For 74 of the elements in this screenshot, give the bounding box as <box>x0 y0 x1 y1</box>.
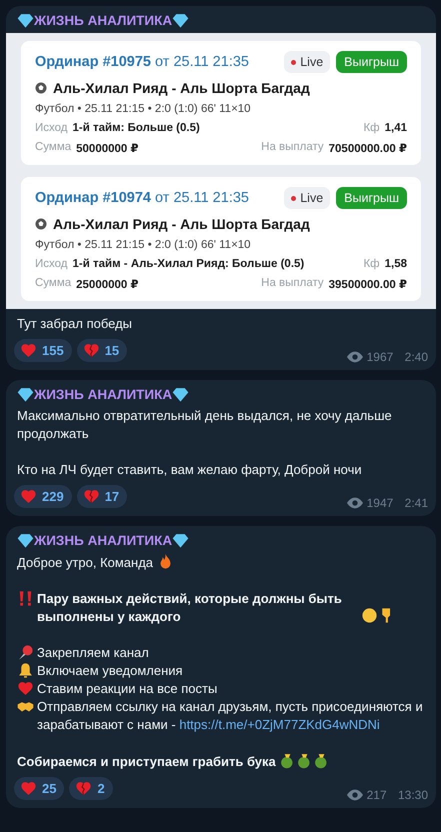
outcome-value: 1-й тайм: Больше (0.5) <box>72 122 200 134</box>
reaction-button[interactable]: 155 <box>14 339 72 362</box>
message-time: 13:30 <box>398 788 428 802</box>
broken-heart-icon <box>82 342 100 359</box>
stake-label: Сумма <box>35 141 72 155</box>
reaction-button[interactable]: 25 <box>14 777 64 800</box>
match-details: Футбол • 25.11 21:15 • 2:0 (1:0) 66' 11×10 <box>35 103 252 115</box>
channel-name: ЖИЗНЬ АНАЛИТИКА <box>34 533 172 548</box>
match-name: Аль-Хилал Рияд - Аль Шорта Багдад <box>53 216 310 232</box>
odds-label: Кф <box>363 122 380 134</box>
payout-label: На выплату <box>261 141 324 155</box>
outcome-label: Исход <box>35 122 68 134</box>
view-count: 217 <box>366 788 387 802</box>
invite-link[interactable]: https://t.me/+0ZjM77ZKdG4wNDNi <box>179 717 380 732</box>
broken-heart-icon <box>75 780 92 797</box>
pin-icon <box>17 644 34 661</box>
heart-icon <box>20 780 37 797</box>
heart-icon <box>20 488 37 505</box>
message-text: Кто на ЛЧ будет ставить, вам желаю фарту, Доброй ночи <box>17 462 362 477</box>
status-badge: Выигрыш <box>336 187 407 209</box>
payout-value: 70500000.00 ₽ <box>328 142 407 155</box>
list-item: Ставим реакции на все посты <box>37 680 218 698</box>
list-item: Отправляем ссылку на канал друзьям, пусть присоединяются и зарабатывают с нами - https://t.me/+0ZjM77ZKdG4wNDNi <box>37 698 424 734</box>
reaction-button[interactable]: 15 <box>76 339 128 362</box>
reaction-button[interactable]: 17 <box>76 485 128 508</box>
message-text: Пару важных действий, которые должны быть выполнены у каждого <box>37 590 343 626</box>
stake-label: Сумма <box>35 277 72 291</box>
channel-name: ЖИЗНЬ АНАЛИТИКА <box>34 13 172 28</box>
payout-value: 39500000.00 ₽ <box>328 278 407 291</box>
stake-value: 25000000 ₽ <box>76 278 139 291</box>
outcome-value: 1-й тайм - Аль-Хилал Рияд: Больше (0.5) <box>72 258 304 270</box>
eye-icon <box>346 351 363 363</box>
diamond-icon <box>172 12 190 29</box>
soccer-ball-icon <box>35 82 47 94</box>
view-count: 1947 <box>366 496 394 510</box>
odds-value: 1,41 <box>384 122 407 134</box>
outcome-label: Исход <box>35 258 68 270</box>
message-text: Тут забрал победы <box>17 316 132 331</box>
channel-name: ЖИЗНЬ АНАЛИТИКА <box>34 387 172 402</box>
message-time: 2:40 <box>404 350 428 364</box>
live-badge: Live <box>284 187 330 209</box>
message-text: Максимально отвратительный день выдался, не хочу дальше продолжать <box>17 408 392 441</box>
reaction-button[interactable]: 2 <box>69 777 113 800</box>
match-details: Футбол • 25.11 21:15 • 2:0 (1:0) 66' 11×10 <box>35 239 252 251</box>
live-badge: Live <box>284 51 330 73</box>
stake-value: 50000000 ₽ <box>76 142 139 155</box>
double-exclamation-icon <box>17 590 34 607</box>
match-name: Аль-Хилал Рияд - Аль Шорта Багдад <box>53 80 310 96</box>
odds-label: Кф <box>363 258 380 270</box>
list-item: Включаем уведомления <box>37 662 183 680</box>
eye-icon <box>346 789 363 801</box>
status-badge: Выигрыш <box>336 51 407 73</box>
odds-value: 1,58 <box>384 258 407 270</box>
bell-icon <box>17 662 34 679</box>
smiley-icon <box>360 607 378 624</box>
eye-icon <box>346 497 363 509</box>
heart-icon <box>17 680 34 697</box>
broken-heart-icon <box>82 488 100 505</box>
list-item: Закрепляем канал <box>37 644 149 662</box>
message-time: 2:41 <box>404 496 428 510</box>
diamond-icon <box>17 386 34 403</box>
bet-title: Ординар #10975 от 25.11 21:35 <box>35 54 250 70</box>
diamond-icon <box>172 386 190 403</box>
message-text: Доброе утро, Команда <box>17 554 154 572</box>
diamond-icon <box>172 532 190 549</box>
reaction-button[interactable]: 229 <box>14 485 72 508</box>
view-count: 1967 <box>366 350 394 364</box>
message-text: Собираемся и приступаем грабить бука <box>17 753 276 771</box>
payout-label: На выплату <box>261 277 324 291</box>
bet-title: Ординар #10974 от 25.11 21:35 <box>35 190 250 206</box>
soccer-ball-icon <box>35 218 47 230</box>
heart-icon <box>20 342 37 359</box>
diamond-icon <box>17 532 34 549</box>
diamond-icon <box>17 12 34 29</box>
